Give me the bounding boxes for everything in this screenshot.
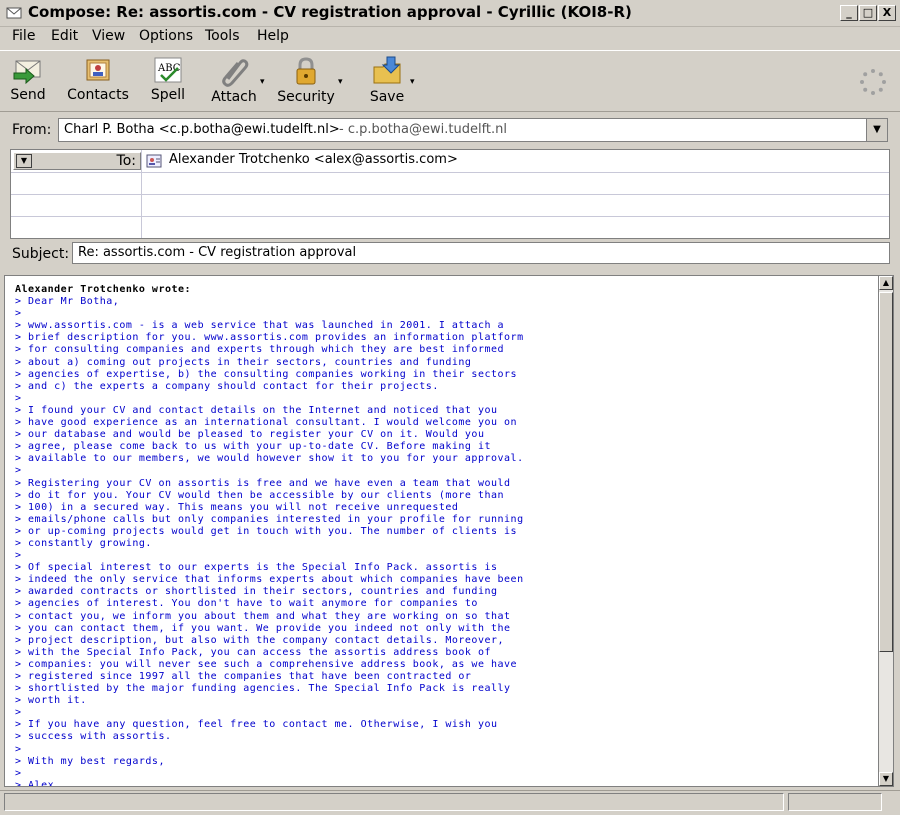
status-text-panel xyxy=(4,793,784,811)
message-body-text[interactable]: Alexander Trotchenko wrote: > Dear Mr Bo… xyxy=(15,284,524,787)
from-label: From: xyxy=(12,122,52,138)
spell-button[interactable]: ABC Spell xyxy=(148,55,188,109)
save-button[interactable]: Save xyxy=(364,55,410,109)
scroll-down-icon[interactable]: ▼ xyxy=(879,772,893,786)
menu-view[interactable]: View xyxy=(92,28,125,44)
send-icon xyxy=(13,60,41,85)
progress-panel xyxy=(788,793,882,811)
save-label: Save xyxy=(369,89,405,105)
contacts-button[interactable]: Contacts xyxy=(66,55,130,109)
status-bar xyxy=(0,790,900,815)
recipient-row[interactable] xyxy=(11,172,889,195)
subject-input[interactable]: Re: assortis.com - CV registration appro… xyxy=(72,242,890,264)
security-dropdown-icon[interactable]: ▾ xyxy=(338,77,343,87)
recipient-list[interactable]: ▼ To: Alexander Trotchenko <alex@assorti… xyxy=(10,149,890,239)
contacts-label: Contacts xyxy=(67,87,129,103)
window-title: Compose: Re: assortis.com - CV registrat… xyxy=(28,3,632,21)
recipient-type-select[interactable]: ▼ To: xyxy=(13,152,141,170)
attach-dropdown-icon[interactable]: ▾ xyxy=(260,77,265,87)
save-dropdown-icon[interactable]: ▾ xyxy=(410,77,415,87)
close-button[interactable]: X xyxy=(878,5,896,21)
menu-edit[interactable]: Edit xyxy=(51,28,78,44)
attach-label: Attach xyxy=(211,89,257,105)
recipient-address-input[interactable]: Alexander Trotchenko <alex@assortis.com> xyxy=(169,152,458,167)
compose-window-icon xyxy=(6,7,22,19)
body-scrollbar[interactable]: ▲ ▼ xyxy=(878,275,894,787)
recipient-row[interactable] xyxy=(11,216,889,238)
toolbar: Send Contacts ABC Spell Attach ▾ Securit… xyxy=(0,50,900,112)
paperclip-icon xyxy=(222,59,249,87)
address-book-icon xyxy=(86,59,110,81)
from-identity-email: - c.p.botha@ewi.tudelft.nl xyxy=(339,122,507,137)
menu-bar: File Edit View Options Tools Help xyxy=(0,27,900,49)
spellcheck-icon: ABC xyxy=(154,57,182,83)
send-label: Send xyxy=(10,87,46,103)
from-identity-select[interactable]: Charl P. Botha <c.p.botha@ewi.tudelft.nl… xyxy=(58,118,888,142)
throbber-icon xyxy=(860,69,886,95)
save-folder-icon xyxy=(373,56,401,84)
attach-button[interactable]: Attach xyxy=(208,55,260,109)
message-body-editor[interactable]: Alexander Trotchenko wrote: > Dear Mr Bo… xyxy=(4,275,878,787)
from-identity-name: Charl P. Botha <c.p.botha@ewi.tudelft.nl… xyxy=(64,122,340,137)
menu-tools[interactable]: Tools xyxy=(205,28,240,44)
recipient-row[interactable]: ▼ To: Alexander Trotchenko <alex@assorti… xyxy=(11,150,889,173)
chevron-down-icon[interactable]: ▼ xyxy=(866,119,887,141)
scrollbar-thumb[interactable] xyxy=(879,292,893,652)
scroll-up-icon[interactable]: ▲ xyxy=(879,276,893,290)
recipient-row[interactable] xyxy=(11,194,889,217)
spell-label: Spell xyxy=(150,87,186,103)
menu-file[interactable]: File xyxy=(12,28,35,44)
menu-options[interactable]: Options xyxy=(139,28,193,44)
subject-label: Subject: xyxy=(12,246,70,262)
send-button[interactable]: Send xyxy=(6,55,50,109)
menu-help[interactable]: Help xyxy=(257,28,289,44)
chevron-down-icon[interactable]: ▼ xyxy=(16,154,32,168)
minimize-button[interactable]: _ xyxy=(840,5,858,21)
recipient-type-label: To: xyxy=(116,153,136,169)
quote-attribution: Alexander Trotchenko wrote: xyxy=(15,284,192,295)
security-button[interactable]: Security xyxy=(276,55,336,109)
maximize-button[interactable]: □ xyxy=(859,5,877,21)
contact-card-icon xyxy=(146,154,162,168)
security-label: Security xyxy=(277,89,335,105)
padlock-icon xyxy=(296,57,316,85)
quoted-message: > Dear Mr Botha, > > www.assortis.com - … xyxy=(15,296,524,787)
title-bar: Compose: Re: assortis.com - CV registrat… xyxy=(0,0,900,27)
